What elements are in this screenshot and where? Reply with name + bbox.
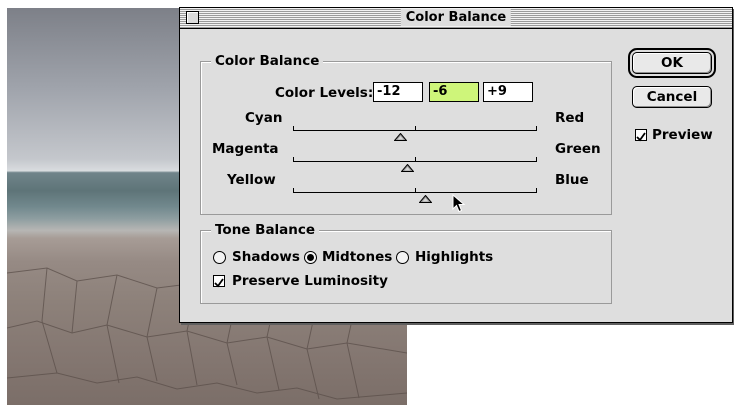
cyan-red-level-field[interactable]: -12	[373, 82, 423, 102]
yellow-blue-slider-tick	[536, 188, 537, 192]
yellow-blue-level-field[interactable]: +9	[483, 82, 533, 102]
midtones-label[interactable]: Midtones	[322, 249, 392, 265]
cyan-red-slider-thumb[interactable]	[393, 133, 407, 141]
yellow-blue-slider-thumb[interactable]	[419, 195, 433, 203]
close-box-icon[interactable]	[186, 11, 199, 24]
cyan-red-slider-tick	[415, 126, 416, 130]
color-balance-dialog: Color Balance Color Balance Color Levels…	[179, 7, 733, 323]
ok-button[interactable]: OK	[628, 48, 716, 78]
yellow-blue-slider-tick	[293, 188, 294, 192]
checkmark-icon	[214, 278, 224, 288]
highlights-radio[interactable]	[396, 251, 409, 264]
preserve-luminosity-label[interactable]: Preserve Luminosity	[232, 273, 388, 289]
blue-label: Blue	[555, 172, 589, 188]
green-label: Green	[555, 141, 601, 157]
tone-balance-group-label: Tone Balance	[211, 222, 320, 238]
color-levels-label: Color Levels:	[275, 85, 374, 101]
preview-label[interactable]: Preview	[652, 127, 713, 143]
cyan-red-slider-tick	[536, 126, 537, 130]
color-balance-group-label: Color Balance	[211, 53, 324, 69]
red-label: Red	[555, 110, 585, 126]
midtones-radio[interactable]	[304, 251, 317, 264]
checkmark-icon	[636, 132, 646, 142]
mouse-pointer-icon	[452, 194, 466, 213]
magenta-green-slider-tick	[293, 157, 294, 161]
highlights-label[interactable]: Highlights	[415, 249, 493, 265]
magenta-green-level-field[interactable]: -6	[429, 82, 479, 102]
shadows-label[interactable]: Shadows	[232, 249, 300, 265]
magenta-green-slider-tick	[415, 157, 416, 161]
window-title: Color Balance	[400, 9, 512, 26]
preview-checkbox[interactable]	[635, 129, 647, 142]
cancel-button[interactable]: Cancel	[632, 86, 712, 108]
tone-balance-group: Tone Balance	[200, 222, 612, 304]
preserve-luminosity-checkbox[interactable]	[213, 275, 225, 288]
shadows-radio[interactable]	[213, 251, 226, 264]
title-bar[interactable]: Color Balance	[180, 8, 732, 29]
magenta-green-slider-track[interactable]	[293, 161, 537, 162]
cyan-label: Cyan	[245, 110, 283, 126]
cyan-red-slider-track[interactable]	[293, 130, 537, 131]
magenta-label: Magenta	[212, 141, 279, 157]
yellow-blue-slider-tick	[415, 188, 416, 192]
yellow-label: Yellow	[227, 172, 276, 188]
magenta-green-slider-thumb[interactable]	[401, 164, 415, 172]
magenta-green-slider-tick	[536, 157, 537, 161]
cyan-red-slider-tick	[293, 126, 294, 130]
yellow-blue-slider-track[interactable]	[293, 192, 537, 193]
